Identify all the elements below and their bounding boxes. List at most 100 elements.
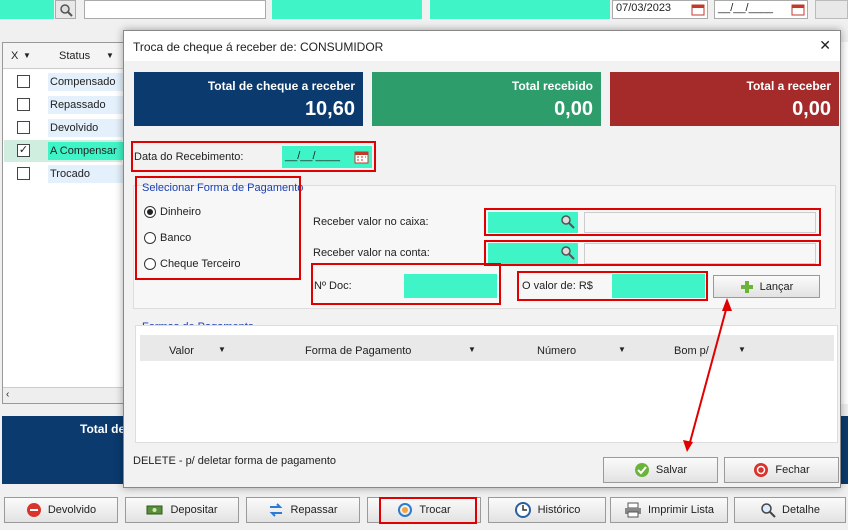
trocar-label: Trocar bbox=[419, 504, 451, 516]
devolvido-label: Devolvido bbox=[47, 504, 97, 516]
table-row[interactable]: Devolvido bbox=[4, 117, 124, 139]
row-checkbox[interactable]: ✓ bbox=[17, 144, 30, 157]
bg-teal-field-2[interactable] bbox=[272, 0, 422, 19]
delete-hint: DELETE - p/ deletar forma de pagamento bbox=[133, 455, 336, 467]
chevron-down-icon[interactable]: ▼ bbox=[618, 345, 626, 354]
row-checkbox[interactable] bbox=[17, 98, 30, 111]
radio-cheque-terceiro-circle[interactable] bbox=[144, 258, 156, 270]
col-valor-label: Valor bbox=[169, 345, 194, 357]
magnifier-icon bbox=[761, 503, 776, 518]
bg-top-right-box bbox=[815, 0, 848, 19]
exchange-icon bbox=[398, 503, 413, 517]
search-icon[interactable] bbox=[560, 214, 576, 230]
chevron-down-icon[interactable]: ▼ bbox=[23, 51, 31, 60]
card-total-a-receber-label: Total a receber bbox=[746, 79, 831, 93]
calendar-icon[interactable] bbox=[354, 150, 369, 164]
dialog-titlebar: Troca de cheque á receber de: CONSUMIDOR… bbox=[124, 31, 840, 61]
receber-caixa-label: Receber valor no caixa: bbox=[313, 216, 429, 228]
receber-caixa-description bbox=[584, 212, 816, 233]
row-checkbox[interactable] bbox=[17, 121, 30, 134]
card-total-a-receber-value: 0,00 bbox=[792, 98, 831, 120]
bg-date-empty: __/__/____ bbox=[718, 2, 774, 14]
chevron-down-icon[interactable]: ▼ bbox=[106, 51, 114, 60]
col-x-label: X bbox=[11, 50, 19, 62]
radio-cheque-terceiro-label[interactable]: Cheque Terceiro bbox=[160, 258, 241, 270]
data-recebimento-label: Data do Recebimento: bbox=[134, 151, 244, 163]
close-icon[interactable]: ✕ bbox=[819, 37, 831, 54]
bg-filter-field-1[interactable] bbox=[0, 0, 54, 19]
table-row[interactable]: Repassado bbox=[4, 94, 124, 116]
calendar-icon bbox=[791, 4, 805, 16]
detalhe-button[interactable]: Detalhe bbox=[734, 497, 846, 523]
card-total-recebido: Total recebido 0,00 bbox=[372, 72, 601, 126]
row-status: Repassado bbox=[48, 96, 124, 114]
salvar-label: Salvar bbox=[655, 464, 688, 476]
card-total-a-receber: Total a receber 0,00 bbox=[610, 72, 839, 126]
salvar-button[interactable]: Salvar bbox=[603, 457, 718, 483]
repassar-button[interactable]: Repassar bbox=[246, 497, 360, 523]
card-total-cheque-label: Total de cheque a receber bbox=[207, 79, 355, 93]
col-numero-label: Número bbox=[537, 345, 577, 357]
bg-grid-header: X ▼ Status ▼ bbox=[3, 43, 123, 69]
col-bom-para-label: Bom p/ bbox=[674, 345, 709, 357]
row-status: Devolvido bbox=[48, 119, 124, 137]
chevron-down-icon[interactable]: ▼ bbox=[218, 345, 226, 354]
bg-text-field[interactable] bbox=[84, 0, 266, 19]
depositar-button[interactable]: Depositar bbox=[125, 497, 239, 523]
radio-dinheiro-circle[interactable] bbox=[144, 206, 156, 218]
trocar-button[interactable]: Trocar bbox=[367, 497, 481, 523]
row-status: A Compensar bbox=[48, 142, 124, 160]
search-icon[interactable] bbox=[560, 245, 576, 261]
depositar-label: Depositar bbox=[170, 504, 218, 516]
historico-label: Histórico bbox=[537, 504, 581, 516]
repassar-label: Repassar bbox=[290, 504, 338, 516]
card-total-recebido-label: Total recebido bbox=[511, 79, 593, 93]
money-icon bbox=[146, 505, 163, 515]
detalhe-label: Detalhe bbox=[782, 504, 820, 516]
bg-date-field-1[interactable]: 07/03/2023 bbox=[612, 0, 708, 19]
row-checkbox[interactable] bbox=[17, 167, 30, 180]
printer-icon bbox=[624, 502, 641, 518]
chevron-down-icon[interactable]: ▼ bbox=[468, 345, 476, 354]
table-row[interactable]: ✓ A Compensar bbox=[4, 140, 124, 162]
radio-banco-label[interactable]: Banco bbox=[160, 232, 191, 244]
calendar-icon bbox=[691, 4, 705, 16]
power-icon bbox=[754, 463, 769, 477]
imprimir-lista-button[interactable]: Imprimir Lista bbox=[610, 497, 728, 523]
bg-search-button[interactable] bbox=[55, 0, 76, 19]
data-recebimento-field[interactable]: __/__/____ bbox=[282, 146, 372, 168]
fechar-button[interactable]: Fechar bbox=[724, 457, 839, 483]
card-total-cheque-value: 10,60 bbox=[304, 98, 355, 120]
card-total-cheque: Total de cheque a receber 10,60 bbox=[134, 72, 363, 126]
bg-teal-field-3[interactable] bbox=[430, 0, 610, 19]
num-doc-label: Nº Doc: bbox=[314, 280, 352, 292]
receber-conta-field[interactable] bbox=[488, 243, 578, 264]
receber-conta-description bbox=[584, 243, 816, 264]
receber-conta-label: Receber valor na conta: bbox=[313, 247, 430, 259]
col-forma-pagamento-label: Forma de Pagamento bbox=[305, 345, 412, 357]
table-row[interactable]: Trocado bbox=[4, 163, 124, 185]
scroll-left-icon[interactable]: ‹ bbox=[6, 389, 9, 400]
check-icon bbox=[634, 463, 649, 477]
valor-field[interactable] bbox=[612, 274, 705, 298]
card-total-recebido-value: 0,00 bbox=[554, 98, 593, 120]
receber-caixa-field[interactable] bbox=[488, 212, 578, 233]
row-checkbox[interactable] bbox=[17, 75, 30, 88]
stop-icon bbox=[26, 503, 41, 517]
col-status-label: Status bbox=[59, 50, 91, 62]
table-row[interactable]: Compensado bbox=[4, 71, 124, 93]
forma-pagamento-title: Selecionar Forma de Pagamento bbox=[142, 182, 304, 194]
search-icon bbox=[60, 4, 73, 17]
row-status: Trocado bbox=[48, 165, 124, 183]
row-status: Compensado bbox=[48, 73, 124, 91]
num-doc-field[interactable] bbox=[404, 274, 497, 298]
historico-button[interactable]: Histórico bbox=[488, 497, 606, 523]
devolvido-button[interactable]: Devolvido bbox=[4, 497, 118, 523]
bg-grid-scrollbar[interactable]: ‹ bbox=[3, 387, 123, 403]
chevron-down-icon[interactable]: ▼ bbox=[738, 345, 746, 354]
swap-arrows-icon bbox=[270, 503, 283, 517]
radio-dinheiro-label[interactable]: Dinheiro bbox=[160, 206, 201, 218]
lancar-button[interactable]: Lançar bbox=[713, 275, 820, 298]
radio-banco-circle[interactable] bbox=[144, 232, 156, 244]
bg-date-field-2[interactable]: __/__/____ bbox=[714, 0, 808, 19]
